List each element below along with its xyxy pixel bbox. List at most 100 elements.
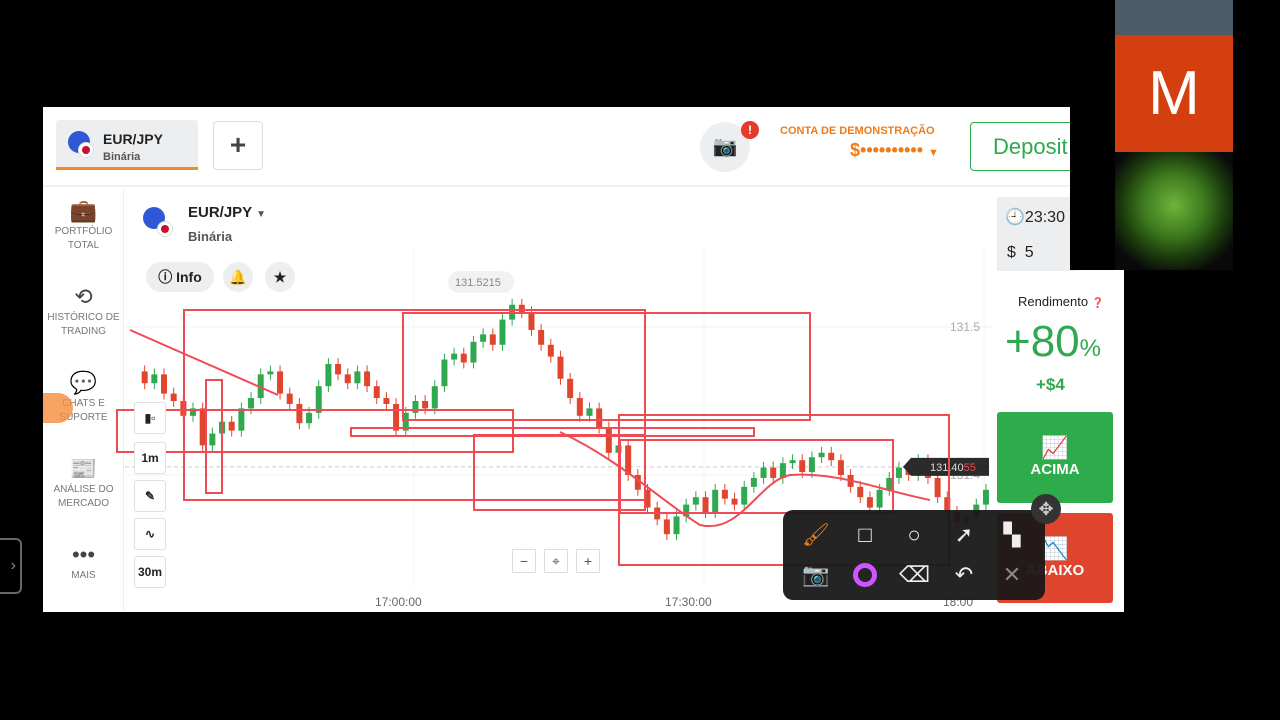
candle: [209, 433, 216, 446]
candle: [596, 408, 603, 428]
y-tick-label: 131.5: [950, 320, 980, 334]
candle: [605, 427, 612, 453]
profit-value: +$4: [1036, 375, 1065, 394]
candle: [741, 486, 748, 505]
label: Rendimento: [1018, 294, 1089, 309]
annotation-rectangle: [116, 409, 514, 453]
candle: [422, 401, 429, 409]
eraser-icon[interactable]: ⌫: [899, 560, 930, 590]
recenter-button[interactable]: ⌖: [544, 549, 568, 573]
help-icon[interactable]: ❓: [1092, 298, 1104, 309]
candle: [228, 421, 235, 431]
candle: [431, 386, 438, 409]
indicators-button[interactable]: ∿: [134, 518, 166, 550]
candle: [731, 498, 738, 505]
brush-icon[interactable]: 🖌: [801, 520, 831, 550]
candle: [412, 401, 419, 413]
candle: [441, 359, 448, 387]
info-icon: ⓘ: [158, 269, 173, 285]
candle: [770, 467, 777, 478]
info-label: Info: [176, 269, 202, 285]
candles-icon: ▮▫: [144, 411, 156, 425]
chevron-down-icon: ▼: [256, 209, 266, 220]
zoom-controls: − ⌖ +: [512, 549, 602, 573]
current-price-label: 131.4055: [930, 462, 976, 474]
candle: [248, 398, 255, 409]
move-handle-icon[interactable]: ✥: [1031, 494, 1061, 524]
asset-selector[interactable]: EUR/JPY ▼: [188, 204, 266, 221]
asset-pair: EUR/JPY: [188, 204, 252, 221]
favorite-button[interactable]: ★: [265, 262, 295, 292]
webcam-overlay: M: [1070, 0, 1233, 270]
candle: [828, 452, 835, 461]
candle: [373, 386, 380, 399]
candle: [857, 486, 864, 498]
zoom-in-button[interactable]: +: [576, 549, 600, 573]
webcam-video: [1115, 152, 1233, 270]
candle: [238, 408, 245, 431]
candle: [547, 344, 554, 357]
candle: [460, 353, 467, 363]
candle: [518, 304, 525, 313]
candle: [354, 371, 361, 384]
candle: [576, 398, 583, 416]
candle: [151, 374, 158, 384]
indicator-icon: ∿: [144, 527, 156, 541]
amount-input[interactable]: $ 5: [997, 235, 1077, 271]
draw-tool-button[interactable]: ✎: [134, 480, 166, 512]
candle: [161, 374, 168, 394]
x-tick-label: 17:00:00: [375, 595, 422, 609]
expiry-button[interactable]: 30m: [134, 556, 166, 588]
candle: [818, 452, 825, 458]
candle: [528, 312, 535, 330]
candle: [199, 408, 206, 446]
color-picker-icon[interactable]: [853, 563, 877, 587]
label: ACIMA: [1030, 461, 1080, 478]
annotation-line: [129, 329, 279, 396]
rectangle-icon[interactable]: □: [850, 520, 880, 550]
candle: [344, 374, 351, 384]
candle: [393, 403, 400, 431]
webcam-header: [1115, 0, 1233, 35]
candle: [760, 467, 767, 478]
side-expand-button[interactable]: ›: [0, 538, 22, 594]
undo-icon[interactable]: ↶: [949, 560, 979, 590]
amount-value: 5: [1024, 244, 1034, 261]
camera-icon[interactable]: 📷: [801, 560, 831, 590]
zoom-out-button[interactable]: −: [512, 549, 536, 573]
candle: [499, 319, 506, 345]
call-button[interactable]: 📈 ACIMA: [997, 412, 1113, 503]
candle: [837, 460, 844, 475]
candle: [383, 398, 390, 404]
candle: [306, 412, 313, 424]
candle: [721, 489, 728, 499]
candle: [470, 341, 477, 363]
candle: [451, 353, 458, 360]
x-tick-label: 17:30:00: [665, 595, 712, 609]
yield-percent: +80%: [1005, 317, 1101, 367]
candle: [876, 489, 883, 508]
candle: [799, 460, 806, 473]
pencil-icon: ✎: [144, 489, 156, 503]
candle: [982, 489, 989, 505]
clock-icon: 🕘: [1005, 209, 1025, 226]
arrow-icon[interactable]: ➚: [949, 520, 979, 550]
chart-type-button[interactable]: ▮▫: [134, 402, 166, 434]
candle: [673, 516, 680, 535]
candle: [808, 457, 815, 473]
candle: [866, 497, 873, 508]
value: +80: [1005, 317, 1080, 366]
timeframe-button[interactable]: 1m: [134, 442, 166, 474]
candle: [296, 403, 303, 424]
candle: [267, 371, 274, 375]
yield-label: Rendimento ❓: [1018, 294, 1104, 309]
circle-icon[interactable]: ○: [899, 520, 929, 550]
expiry-time[interactable]: 🕘23:30: [997, 197, 1077, 235]
candle: [886, 477, 893, 490]
alert-button[interactable]: 🔔: [223, 262, 253, 292]
candle: [712, 489, 719, 512]
close-icon[interactable]: ✕: [997, 560, 1027, 590]
candle: [277, 371, 284, 394]
info-button[interactable]: ⓘ Info: [146, 262, 214, 292]
mosaic-icon[interactable]: ▚: [997, 520, 1027, 550]
